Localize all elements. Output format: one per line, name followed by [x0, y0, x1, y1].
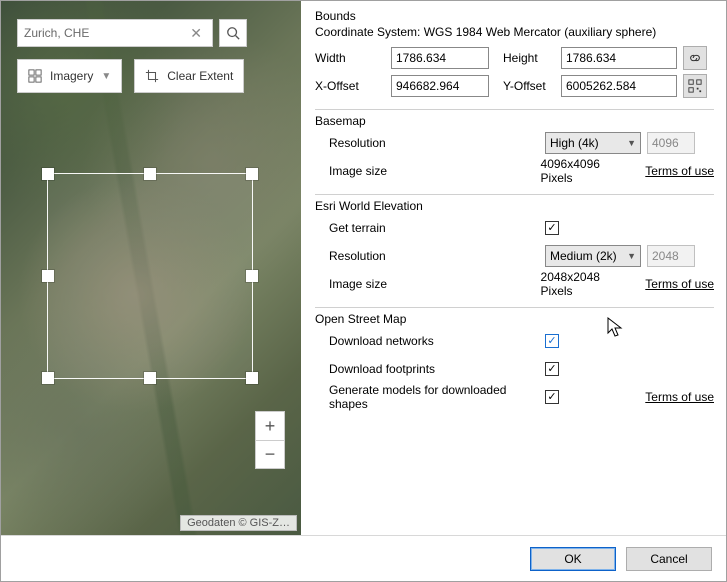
basemap-res-label: Resolution — [315, 136, 545, 150]
extent-rectangle[interactable] — [47, 173, 253, 379]
resize-handle-tm[interactable] — [144, 168, 156, 180]
elevation-terms-link[interactable]: Terms of use — [645, 277, 714, 291]
crop-icon — [145, 69, 159, 83]
xoffset-label: X-Offset — [315, 79, 391, 93]
xoffset-input[interactable] — [391, 75, 489, 97]
resize-handle-bl[interactable] — [42, 372, 54, 384]
search-button[interactable] — [219, 19, 247, 47]
chevron-down-icon: ▼ — [627, 138, 636, 148]
width-label: Width — [315, 51, 391, 65]
resize-handle-br[interactable] — [246, 372, 258, 384]
clear-extent-label: Clear Extent — [167, 69, 233, 83]
basemap-terms-link[interactable]: Terms of use — [645, 164, 714, 178]
osm-networks-label: Download networks — [315, 334, 545, 348]
search-icon — [226, 26, 240, 40]
osm-footprints-label: Download footprints — [315, 362, 545, 376]
osm-networks-checkbox[interactable] — [545, 334, 559, 348]
get-terrain-label: Get terrain — [315, 221, 545, 235]
zoom-in-button[interactable]: + — [256, 412, 284, 440]
basemap-label: Imagery — [50, 69, 93, 83]
clear-search-icon[interactable]: ✕ — [186, 25, 206, 42]
zoom-control: + − — [255, 411, 285, 469]
basemap-resolution-readonly: 4096 — [647, 132, 695, 154]
clear-extent-button[interactable]: Clear Extent — [134, 59, 244, 93]
elevation-title: Esri World Elevation — [315, 199, 714, 213]
elevation-resolution-readonly: 2048 — [647, 245, 695, 267]
elevation-resolution-value: Medium (2k) — [550, 249, 617, 263]
chevron-down-icon: ▼ — [627, 251, 636, 261]
map-attribution: Geodaten © GIS-Z… — [180, 515, 297, 531]
ok-button[interactable]: OK — [530, 547, 616, 571]
search-input[interactable] — [24, 26, 186, 40]
search-box: ✕ — [17, 19, 213, 47]
basemap-dropdown[interactable]: Imagery ▼ — [17, 59, 122, 93]
link-icon — [688, 51, 702, 65]
zoom-out-button[interactable]: − — [256, 440, 284, 468]
yoffset-label: Y-Offset — [503, 79, 561, 93]
properties-panel: Bounds Coordinate System: WGS 1984 Web M… — [301, 1, 726, 535]
resize-handle-ml[interactable] — [42, 270, 54, 282]
elevation-size-label: Image size — [315, 277, 541, 291]
elevation-resolution-select[interactable]: Medium (2k) ▼ — [545, 245, 641, 267]
yoffset-input[interactable] — [561, 75, 677, 97]
bounds-title: Bounds — [315, 9, 714, 23]
basemap-resolution-select[interactable]: High (4k) ▼ — [545, 132, 641, 154]
cancel-button[interactable]: Cancel — [626, 547, 712, 571]
resize-handle-tr[interactable] — [246, 168, 258, 180]
resize-handle-tl[interactable] — [42, 168, 54, 180]
link-dimensions-button[interactable] — [683, 46, 707, 70]
osm-title: Open Street Map — [315, 312, 714, 326]
basemap-size-label: Image size — [315, 164, 541, 178]
elevation-size-value: 2048x2048 Pixels — [541, 270, 634, 298]
osm-genmodels-checkbox[interactable] — [545, 390, 559, 404]
chevron-down-icon: ▼ — [101, 71, 111, 82]
osm-terms-link[interactable]: Terms of use — [645, 390, 714, 404]
locate-offset-button[interactable] — [683, 74, 707, 98]
basemap-size-value: 4096x4096 Pixels — [541, 157, 634, 185]
resize-handle-mr[interactable] — [246, 270, 258, 282]
basemap-resolution-value: High (4k) — [550, 136, 599, 150]
basemap-icon — [28, 69, 42, 83]
basemap-title: Basemap — [315, 114, 714, 128]
width-input[interactable] — [391, 47, 489, 69]
dialog-footer: OK Cancel — [1, 535, 726, 581]
coordinate-system-label: Coordinate System: WGS 1984 Web Mercator… — [315, 25, 714, 39]
resize-handle-bm[interactable] — [144, 372, 156, 384]
elevation-res-label: Resolution — [315, 249, 545, 263]
get-terrain-checkbox[interactable] — [545, 221, 559, 235]
height-label: Height — [503, 51, 561, 65]
height-input[interactable] — [561, 47, 677, 69]
osm-genmodels-label: Generate models for downloaded shapes — [315, 383, 545, 411]
qr-icon — [688, 79, 702, 93]
osm-footprints-checkbox[interactable] — [545, 362, 559, 376]
map-viewport[interactable]: ✕ Imagery ▼ Clear Extent — [1, 1, 301, 535]
